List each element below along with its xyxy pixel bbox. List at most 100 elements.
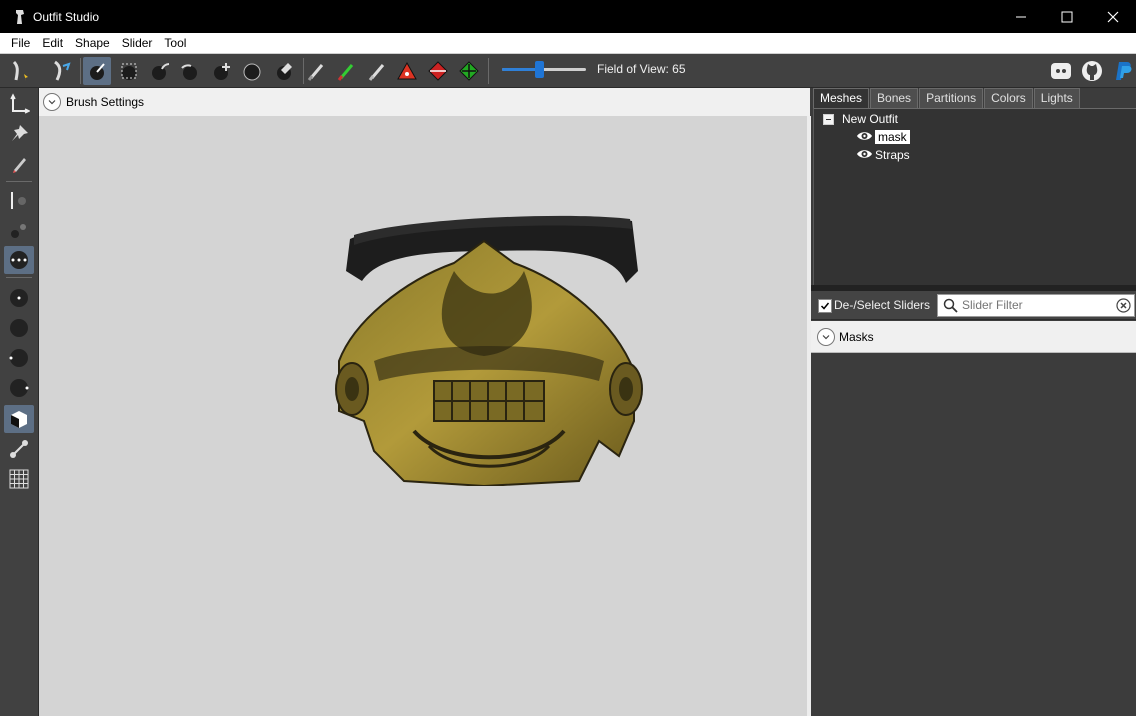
discord-button[interactable] [1047, 57, 1075, 85]
menu-edit[interactable]: Edit [36, 33, 69, 53]
inflate-brush-button[interactable] [146, 57, 174, 85]
flip-edge-icon [428, 61, 448, 81]
paypal-icon [1116, 62, 1132, 80]
fov-slider-thumb[interactable] [535, 61, 545, 78]
bone-view-button[interactable] [4, 435, 34, 463]
deflate-brush-icon [181, 64, 197, 80]
box-select-icon [121, 63, 137, 80]
tab-meshes[interactable]: Meshes [813, 88, 870, 108]
slider-toolbar: De-/Select Sliders [811, 291, 1136, 320]
deselect-sliders-checkbox[interactable] [818, 299, 832, 313]
texture-view-button[interactable] [4, 405, 34, 433]
vertex-view-button[interactable] [4, 216, 34, 244]
box-select-button[interactable] [115, 57, 143, 85]
menu-shape[interactable]: Shape [69, 33, 116, 53]
select-icon [12, 60, 28, 81]
tab-partitions[interactable]: Partitions [919, 88, 984, 108]
deflate-brush-button[interactable] [176, 57, 204, 85]
menu-file[interactable]: File [5, 33, 36, 53]
menu-slider[interactable]: Slider [116, 33, 159, 53]
grid-view-button[interactable] [4, 465, 34, 493]
pin-tool-button[interactable] [4, 120, 34, 148]
xray-view-button[interactable] [4, 186, 34, 214]
undiff-brush-button[interactable] [270, 57, 298, 85]
slider-filter-input[interactable] [962, 297, 1112, 313]
left-toolbar [0, 88, 39, 716]
tree-root-row[interactable]: New Outfit [823, 110, 898, 128]
eraser-button[interactable] [302, 57, 330, 85]
tree-root-label: New Outfit [842, 112, 899, 126]
pin-icon [12, 125, 28, 141]
brush-settings-bar[interactable]: Brush Settings [39, 88, 810, 116]
color-brush-icon [368, 64, 385, 81]
eraser-icon [307, 64, 324, 81]
flip-edge-button[interactable] [424, 57, 452, 85]
fov-label: Field of View: 65 [597, 62, 686, 76]
tab-lights[interactable]: Lights [1033, 88, 1080, 108]
collapse-toggle-icon[interactable] [823, 113, 834, 125]
main-toolbar [0, 54, 1136, 88]
clear-filter-icon[interactable] [1116, 298, 1131, 313]
title-bar: Outfit Studio [0, 0, 1136, 33]
minimize-button[interactable] [998, 0, 1044, 33]
transform-tool-button[interactable] [46, 57, 74, 85]
mask-model-render [335, 215, 643, 486]
shaded-view-icon [10, 319, 28, 337]
sliders-list[interactable] [811, 353, 1136, 716]
move-brush-button[interactable] [208, 57, 236, 85]
tree-item-straps[interactable]: Straps [856, 146, 910, 164]
light-left-button[interactable] [4, 344, 34, 372]
right-panel: Meshes Bones Partitions Colors Lights Ne… [811, 88, 1136, 716]
masks-toggle[interactable] [817, 327, 835, 346]
tree-item-mask[interactable]: mask [856, 128, 910, 146]
light-right-button[interactable] [4, 374, 34, 402]
translate-tool-button[interactable] [4, 90, 34, 118]
transform-icon [54, 60, 71, 81]
inflate-brush-icon [152, 63, 170, 80]
3d-viewport[interactable] [39, 116, 807, 716]
tree-item-label: mask [875, 130, 910, 144]
checkmark-icon [820, 302, 830, 310]
masks-label: Masks [839, 329, 874, 344]
points-view-icon [10, 251, 28, 269]
brush-settings-label: Brush Settings [66, 95, 145, 109]
visibility-eye-icon[interactable] [856, 130, 875, 145]
xray-view-icon [11, 192, 26, 209]
shaded-view-button[interactable] [4, 314, 34, 342]
close-icon [1107, 11, 1119, 22]
maximize-button[interactable] [1044, 0, 1090, 33]
collapse-vertex-button[interactable] [393, 57, 421, 85]
visibility-eye-icon[interactable] [856, 148, 875, 163]
github-button[interactable] [1078, 57, 1106, 85]
panel-tabs: Meshes Bones Partitions Colors Lights [813, 88, 1081, 108]
wireframe-view-button[interactable] [4, 284, 34, 312]
chevron-down-icon [822, 334, 830, 339]
color-brush-button[interactable] [363, 57, 391, 85]
paypal-button[interactable] [1110, 57, 1136, 85]
app-logo-icon [16, 9, 24, 24]
points-view-button[interactable] [4, 246, 34, 274]
light-left-icon [9, 349, 28, 367]
cube-icon [11, 411, 27, 428]
light-right-icon [10, 379, 29, 397]
slider-filter-box[interactable] [937, 294, 1135, 317]
weight-brush-button[interactable] [332, 57, 360, 85]
pencil-tool-button[interactable] [4, 150, 34, 178]
smooth-brush-button[interactable] [238, 57, 266, 85]
brush-settings-toggle[interactable] [43, 93, 61, 111]
menu-tool[interactable]: Tool [158, 33, 192, 53]
bone-icon [10, 440, 28, 458]
discord-icon [1051, 63, 1071, 79]
tab-bones[interactable]: Bones [870, 88, 919, 108]
tab-colors[interactable]: Colors [984, 88, 1033, 108]
close-button[interactable] [1090, 0, 1136, 33]
search-icon [943, 298, 958, 313]
split-edge-button[interactable] [455, 57, 483, 85]
github-icon [1082, 61, 1102, 81]
select-tool-button[interactable] [6, 57, 34, 85]
window-title: Outfit Studio [33, 9, 100, 24]
masks-section-header[interactable]: Masks [811, 321, 1136, 353]
wireframe-view-icon [10, 289, 28, 307]
mask-brush-button[interactable] [83, 57, 111, 85]
mesh-tree[interactable]: New Outfit mask Straps [813, 108, 1136, 287]
